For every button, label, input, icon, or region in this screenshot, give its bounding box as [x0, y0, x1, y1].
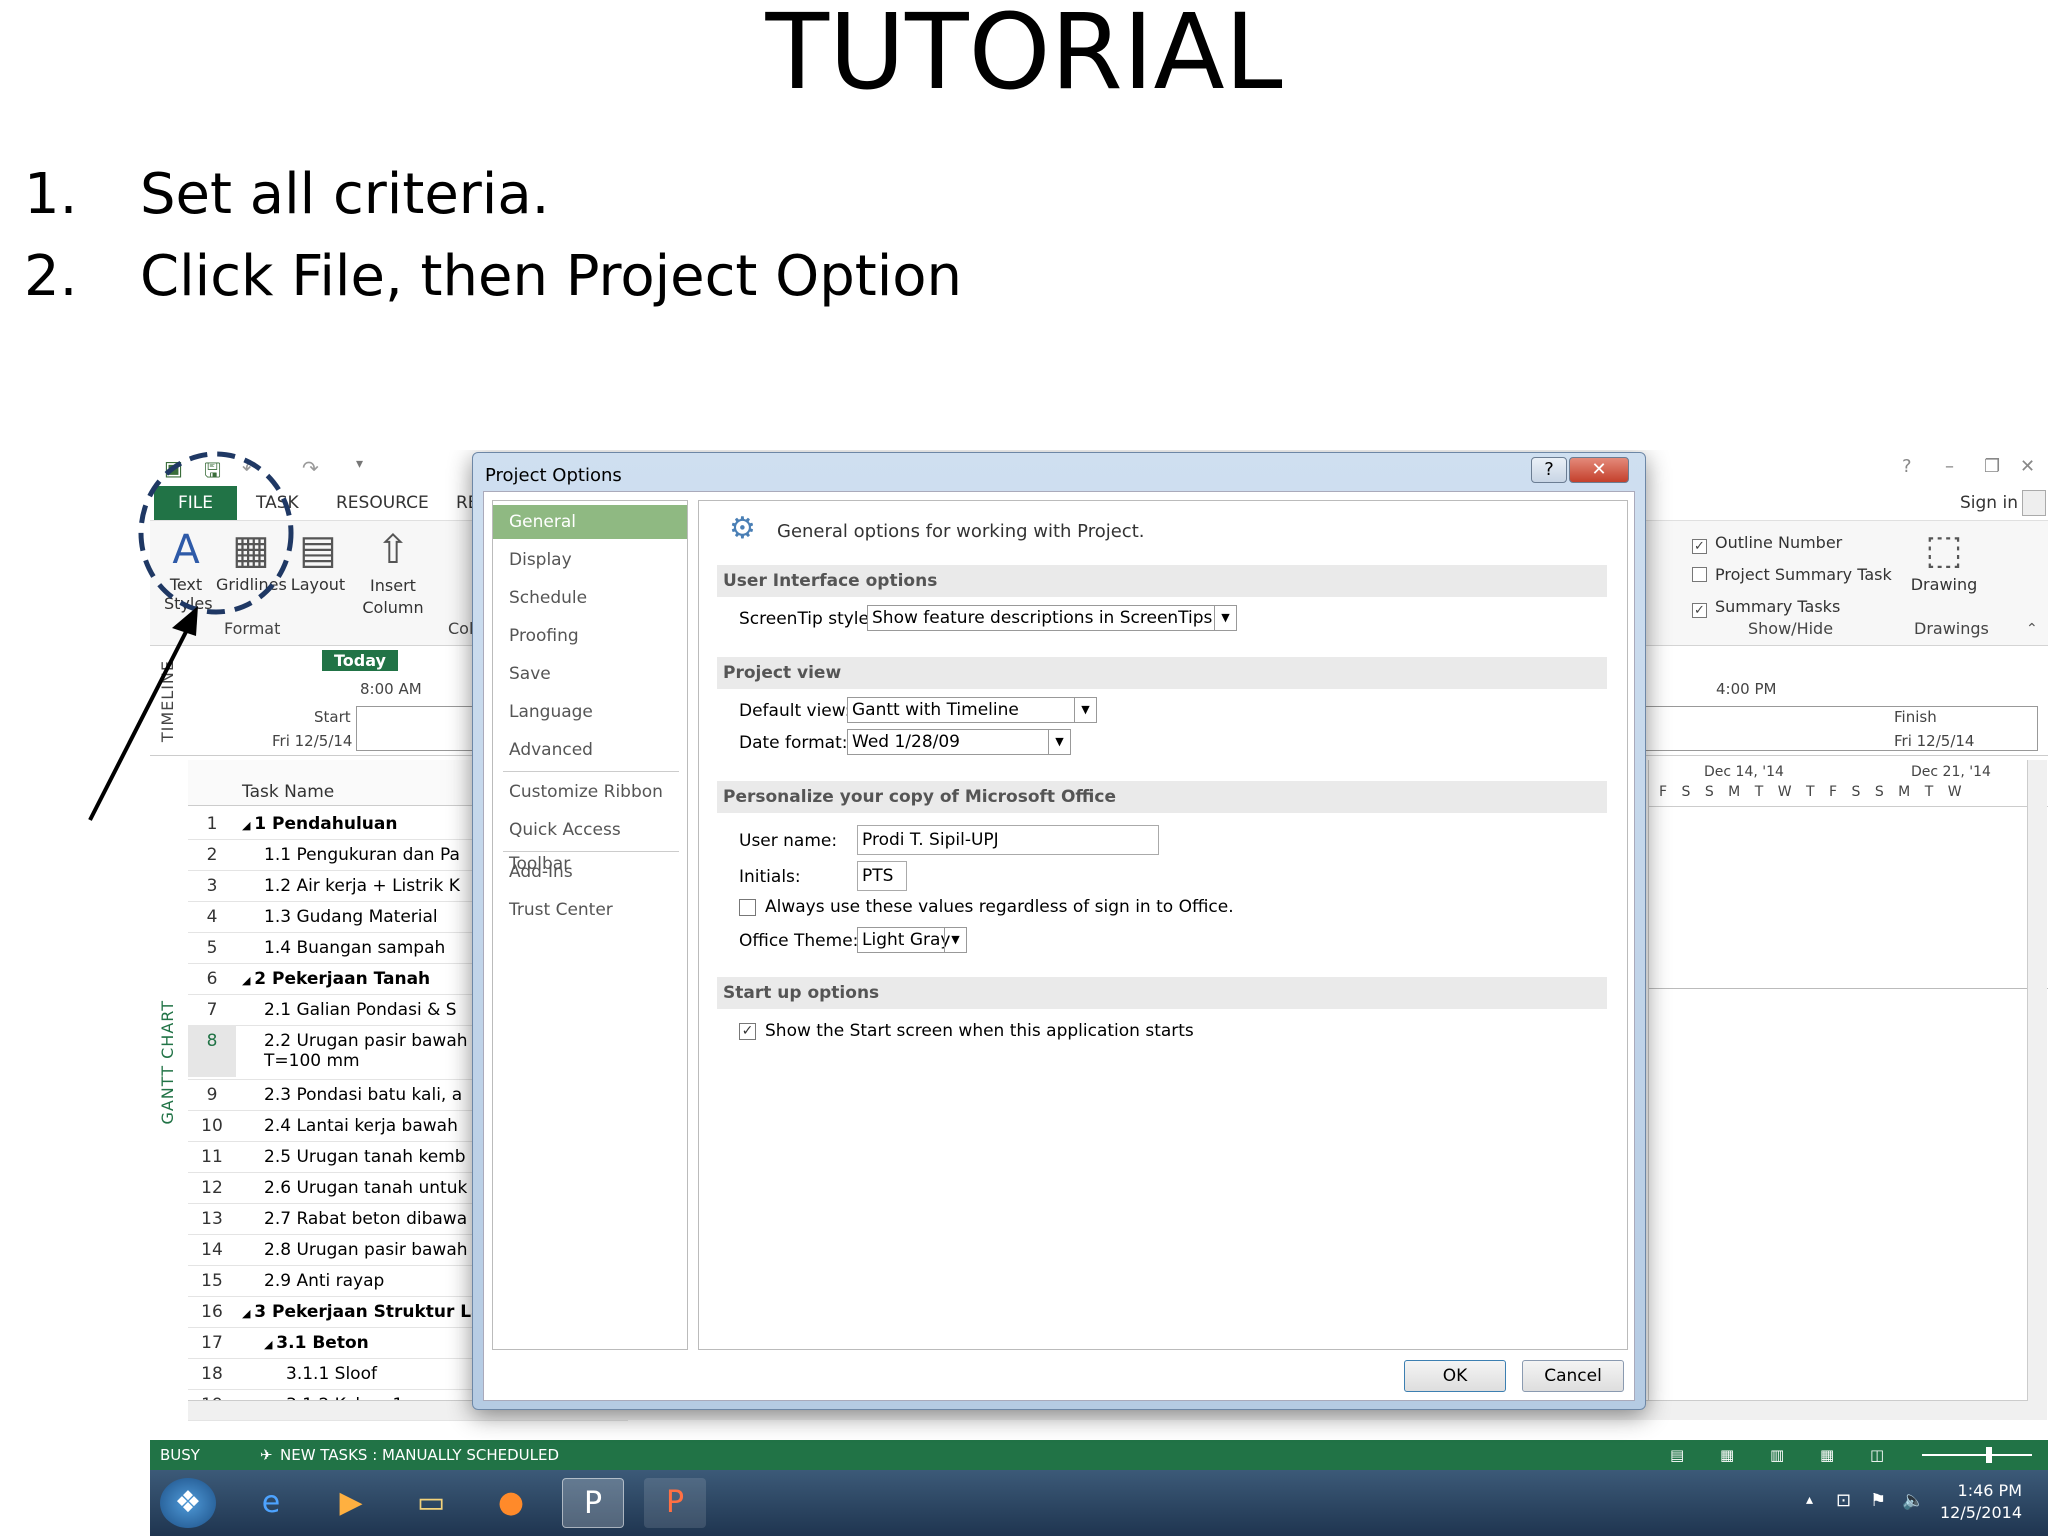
annotation-overlay [88, 451, 294, 821]
pointer-arrow-head [172, 606, 198, 636]
dashed-circle-highlight [138, 451, 294, 615]
pointer-arrow-line [88, 619, 194, 821]
